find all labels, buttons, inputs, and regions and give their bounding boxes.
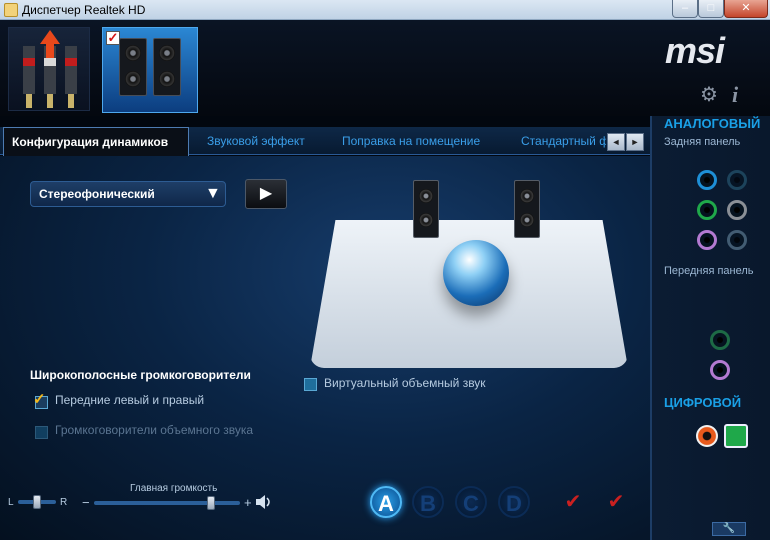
surround-fullrange-label: Громкоговорители объемного звука bbox=[55, 423, 254, 437]
fullrange-heading: Широкополосные громкоговорители bbox=[30, 368, 251, 382]
listener-orb-icon bbox=[443, 240, 509, 306]
apply-all-check-icon[interactable]: ✔ bbox=[604, 490, 628, 514]
realtek-window: Диспетчер Realtek HD – □ ✕ ✓ msi ⚙ i АНА… bbox=[0, 0, 770, 540]
front-panel-label: Передняя панель bbox=[664, 265, 754, 277]
front-left-speaker-icon[interactable] bbox=[413, 180, 439, 238]
chevron-down-icon[interactable]: ▼ bbox=[205, 181, 221, 207]
digital-heading: ЦИФРОВОЙ bbox=[664, 395, 742, 410]
rca-plugs-icon bbox=[23, 30, 77, 108]
volume-plus-icon[interactable]: + bbox=[244, 495, 252, 510]
jack-front-green[interactable] bbox=[710, 330, 730, 350]
msi-logo: msi bbox=[665, 30, 725, 71]
device-tile-speakers[interactable]: ✓ bbox=[102, 27, 198, 113]
maximize-button[interactable]: □ bbox=[698, 0, 724, 18]
profile-b-button[interactable]: B bbox=[412, 486, 444, 518]
tab-speaker-config[interactable]: Конфигурация динамиков bbox=[3, 127, 189, 156]
speaker-volume-icon[interactable] bbox=[255, 495, 273, 509]
jack-rear-dark[interactable] bbox=[727, 170, 747, 190]
tab-default-format[interactable]: Стандартный формат bbox=[521, 134, 606, 148]
tab-scroll-right-button[interactable]: ► bbox=[626, 133, 644, 151]
realtek-app-icon bbox=[4, 3, 18, 17]
jack-rear-pink[interactable] bbox=[697, 230, 717, 250]
checkmark-icon: ✓ bbox=[33, 391, 46, 408]
tab-sound-effect[interactable]: Звуковой эффект bbox=[207, 134, 305, 148]
profile-d-button[interactable]: D bbox=[498, 486, 530, 518]
play-test-button[interactable]: ▶ bbox=[245, 179, 287, 209]
surround-fullrange-checkbox[interactable] bbox=[35, 426, 48, 439]
balance-left-label: L bbox=[8, 497, 14, 508]
volume-track[interactable] bbox=[94, 501, 240, 505]
balance-slider-thumb[interactable] bbox=[33, 495, 41, 509]
speaker-config-dropdown[interactable]: Стереофонический bbox=[30, 181, 226, 207]
volume-minus-icon[interactable]: − bbox=[82, 495, 90, 510]
front-right-speaker-icon[interactable] bbox=[514, 180, 540, 238]
balance-right-label: R bbox=[60, 497, 68, 508]
jack-rear-gray[interactable] bbox=[727, 200, 747, 220]
gear-icon[interactable]: ⚙ bbox=[698, 84, 720, 106]
volume-slider-thumb[interactable] bbox=[206, 496, 215, 510]
virtual-surround-checkbox[interactable] bbox=[304, 378, 317, 391]
jack-rear-green[interactable] bbox=[697, 200, 717, 220]
info-icon[interactable]: i bbox=[732, 82, 738, 108]
tab-strip: Звуковой эффект Поправка на помещение Ст… bbox=[190, 127, 606, 155]
tab-scroll-left-button[interactable]: ◄ bbox=[607, 133, 625, 151]
virtual-surround-label: Виртуальный объемный звук bbox=[324, 376, 486, 390]
window-title: Диспетчер Realtek HD bbox=[22, 3, 146, 17]
apply-check-icon[interactable]: ✔ bbox=[561, 490, 585, 514]
profile-c-button[interactable]: C bbox=[455, 486, 487, 518]
profile-a-button[interactable]: A bbox=[370, 486, 402, 518]
default-device-check-icon: ✓ bbox=[106, 30, 120, 45]
close-button[interactable]: ✕ bbox=[724, 0, 768, 18]
analog-heading: АНАЛОГОВЫЙ bbox=[664, 116, 761, 131]
title-bar: Диспетчер Realtek HD – □ ✕ bbox=[0, 0, 770, 20]
front-fullrange-label: Передние левый и правый bbox=[55, 393, 205, 407]
wrench-icon[interactable]: 🔧 bbox=[712, 522, 746, 536]
jack-front-pink[interactable] bbox=[710, 360, 730, 380]
coaxial-output-icon[interactable] bbox=[696, 425, 718, 447]
rear-panel-label: Задняя панель bbox=[664, 136, 741, 148]
tab-room-correction[interactable]: Поправка на помещение bbox=[342, 134, 480, 148]
jack-rear-slate[interactable] bbox=[727, 230, 747, 250]
right-speaker-icon bbox=[153, 38, 181, 96]
device-tile-line-out[interactable] bbox=[8, 27, 90, 111]
jack-rear-blue[interactable] bbox=[697, 170, 717, 190]
minimize-button[interactable]: – bbox=[672, 0, 698, 18]
left-speaker-icon bbox=[119, 38, 147, 96]
master-volume-label: Главная громкость bbox=[130, 483, 218, 494]
optical-output-icon[interactable] bbox=[724, 424, 748, 448]
